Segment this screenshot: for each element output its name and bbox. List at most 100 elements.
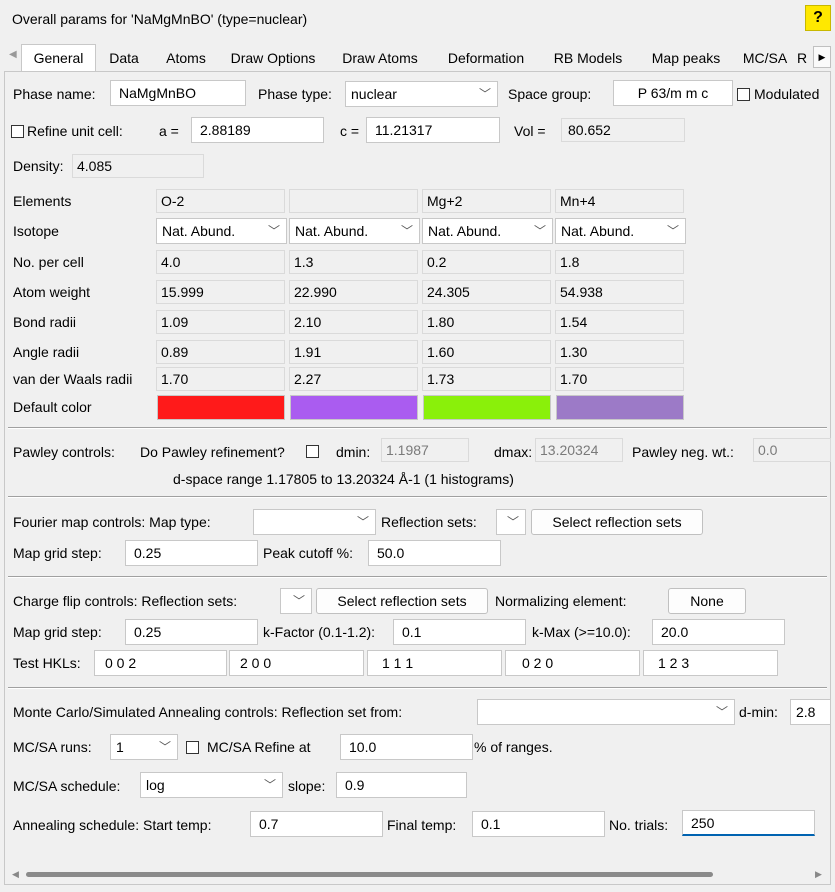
angle-radii-value: 1.30 xyxy=(555,340,684,364)
final-temp-label: Final temp: xyxy=(387,817,457,833)
phase-name-label: Phase name: xyxy=(13,86,96,102)
section-divider xyxy=(8,427,827,429)
atom-weight-value: 24.305 xyxy=(422,280,551,304)
tab-data[interactable]: Data xyxy=(101,46,147,70)
angle-radii-value: 0.89 xyxy=(156,340,285,364)
isotope-select[interactable]: Nat. Abund. ﹀ xyxy=(422,218,553,244)
help-button[interactable]: ? xyxy=(805,5,831,31)
normalizing-element-label: Normalizing element: xyxy=(495,593,627,609)
pawley-dmax-label: dmax: xyxy=(494,444,533,460)
color-swatch[interactable] xyxy=(290,395,418,420)
pawley-dmax-value: 13.20324 xyxy=(535,438,623,462)
mcsa-refine-input[interactable]: 10.0 xyxy=(340,734,473,760)
pawley-dmin-label: dmin: xyxy=(336,444,371,460)
charge-flip-grid-step-input[interactable]: 0.25 xyxy=(125,619,258,645)
space-group-input[interactable]: P 63/m m c xyxy=(613,80,733,106)
normalizing-element-button[interactable]: None xyxy=(668,588,746,614)
color-swatch[interactable] xyxy=(423,395,551,420)
chevron-down-icon: ﹀ xyxy=(267,224,280,238)
scroll-left-icon[interactable]: ◀ xyxy=(12,869,19,880)
per-cell-value: 0.2 xyxy=(422,250,551,274)
mcsa-schedule-select[interactable]: log ﹀ xyxy=(140,772,283,798)
cell-a-input[interactable]: 2.88189 xyxy=(191,117,324,143)
mcsa-controls-label: Monte Carlo/Simulated Annealing controls… xyxy=(13,704,403,720)
angle-radii-value: 1.60 xyxy=(422,340,551,364)
isotope-select[interactable]: Nat. Abund. ﹀ xyxy=(156,218,287,244)
element-cell: Mn+4 xyxy=(555,189,684,213)
final-temp-input[interactable]: 0.1 xyxy=(472,811,605,837)
k-max-label: k-Max (>=10.0): xyxy=(532,624,631,640)
test-hkl-input[interactable]: 1 1 1 xyxy=(367,650,502,676)
mcsa-runs-select[interactable]: 1 ﹀ xyxy=(110,734,178,760)
refine-unit-cell-checkbox[interactable] xyxy=(11,125,24,138)
horizontal-scrollbar-thumb[interactable] xyxy=(26,872,713,877)
k-factor-input[interactable]: 0.1 xyxy=(393,619,526,645)
tab-more[interactable]: R xyxy=(795,46,809,70)
space-group-label: Space group: xyxy=(508,86,592,102)
pawley-refine-checkbox[interactable] xyxy=(306,445,319,458)
fourier-grid-step-input[interactable]: 0.25 xyxy=(125,540,258,566)
test-hkl-input[interactable]: 0 0 2 xyxy=(94,650,227,676)
peak-cutoff-input[interactable]: 50.0 xyxy=(368,540,501,566)
row-label-per-cell: No. per cell xyxy=(13,254,84,270)
charge-flip-refl-sets-select[interactable]: ﹀ xyxy=(280,588,312,614)
test-hkls-label: Test HKLs: xyxy=(13,655,81,671)
row-label-default-color: Default color xyxy=(13,399,92,415)
chevron-down-icon: ﹀ xyxy=(356,515,369,529)
phase-name-input[interactable]: NaMgMnBO xyxy=(110,80,246,106)
vdw-radii-value: 1.70 xyxy=(156,367,285,391)
mcsa-reflection-set-select[interactable]: ﹀ xyxy=(477,699,735,725)
slope-input[interactable]: 0.9 xyxy=(336,772,467,798)
mcsa-dmin-input[interactable]: 2.8 xyxy=(790,699,831,725)
tab-draw-options[interactable]: Draw Options xyxy=(218,46,328,70)
row-label-isotope: Isotope xyxy=(13,223,59,239)
test-hkl-input[interactable]: 1 2 3 xyxy=(643,650,778,676)
section-divider xyxy=(8,687,827,689)
pawley-refine-label: Do Pawley refinement? xyxy=(140,444,285,460)
scroll-right-icon[interactable]: ▶ xyxy=(815,869,822,880)
tab-scroll-right-icon[interactable]: ▶ xyxy=(813,46,831,68)
chevron-down-icon: ﹀ xyxy=(478,87,491,101)
window-title: Overall params for 'NaMgMnBO' (type=nucl… xyxy=(12,11,308,27)
annealing-schedule-label: Annealing schedule: Start temp: xyxy=(13,817,212,833)
isotope-value: Nat. Abund. xyxy=(162,223,236,239)
test-hkl-input[interactable]: 0 2 0 xyxy=(505,650,640,676)
mcsa-schedule-value: log xyxy=(146,777,165,793)
mcsa-refine-checkbox[interactable] xyxy=(186,741,199,754)
row-label-bond-radii: Bond radii xyxy=(13,314,77,330)
fourier-select-reflection-sets-button[interactable]: Select reflection sets xyxy=(531,509,703,535)
modulated-checkbox[interactable] xyxy=(737,88,750,101)
tab-draw-atoms[interactable]: Draw Atoms xyxy=(332,46,428,70)
cell-c-input[interactable]: 11.21317 xyxy=(366,117,500,143)
color-swatch[interactable] xyxy=(556,395,684,420)
isotope-select[interactable]: Nat. Abund. ﹀ xyxy=(555,218,686,244)
tab-scroll-left-icon[interactable]: ◀ xyxy=(9,49,17,60)
tab-mcsa[interactable]: MC/SA xyxy=(737,46,793,70)
modulated-label: Modulated xyxy=(754,86,820,102)
tab-map-peaks[interactable]: Map peaks xyxy=(639,46,733,70)
peak-cutoff-label: Peak cutoff %: xyxy=(263,545,354,561)
per-cell-value: 1.8 xyxy=(555,250,684,274)
tab-deformation[interactable]: Deformation xyxy=(434,46,538,70)
tab-general[interactable]: General xyxy=(21,46,96,70)
charge-flip-select-reflection-sets-button[interactable]: Select reflection sets xyxy=(316,588,488,614)
no-trials-input[interactable]: 250 xyxy=(682,810,815,836)
tab-rb-models[interactable]: RB Models xyxy=(543,46,633,70)
color-swatch[interactable] xyxy=(157,395,285,420)
fourier-map-type-select[interactable]: ﹀ xyxy=(253,509,376,535)
tab-atoms[interactable]: Atoms xyxy=(155,46,217,70)
chevron-down-icon: ﹀ xyxy=(715,705,728,719)
fourier-refl-sets-label: Reflection sets: xyxy=(381,514,477,530)
row-label-vdw-radii: van der Waals radii xyxy=(13,371,133,387)
mcsa-refine-label: MC/SA Refine at xyxy=(207,739,311,755)
chevron-down-icon: ﹀ xyxy=(158,740,171,754)
isotope-value: Nat. Abund. xyxy=(428,223,502,239)
start-temp-input[interactable]: 0.7 xyxy=(250,811,383,837)
test-hkl-input[interactable]: 2 0 0 xyxy=(229,650,364,676)
k-max-input[interactable]: 20.0 xyxy=(652,619,785,645)
isotope-select[interactable]: Nat. Abund. ﹀ xyxy=(289,218,420,244)
phase-type-select[interactable]: nuclear ﹀ xyxy=(345,81,498,107)
angle-radii-value: 1.91 xyxy=(289,340,418,364)
fourier-refl-sets-select[interactable]: ﹀ xyxy=(496,509,526,535)
mcsa-ranges-label: % of ranges. xyxy=(474,739,553,755)
